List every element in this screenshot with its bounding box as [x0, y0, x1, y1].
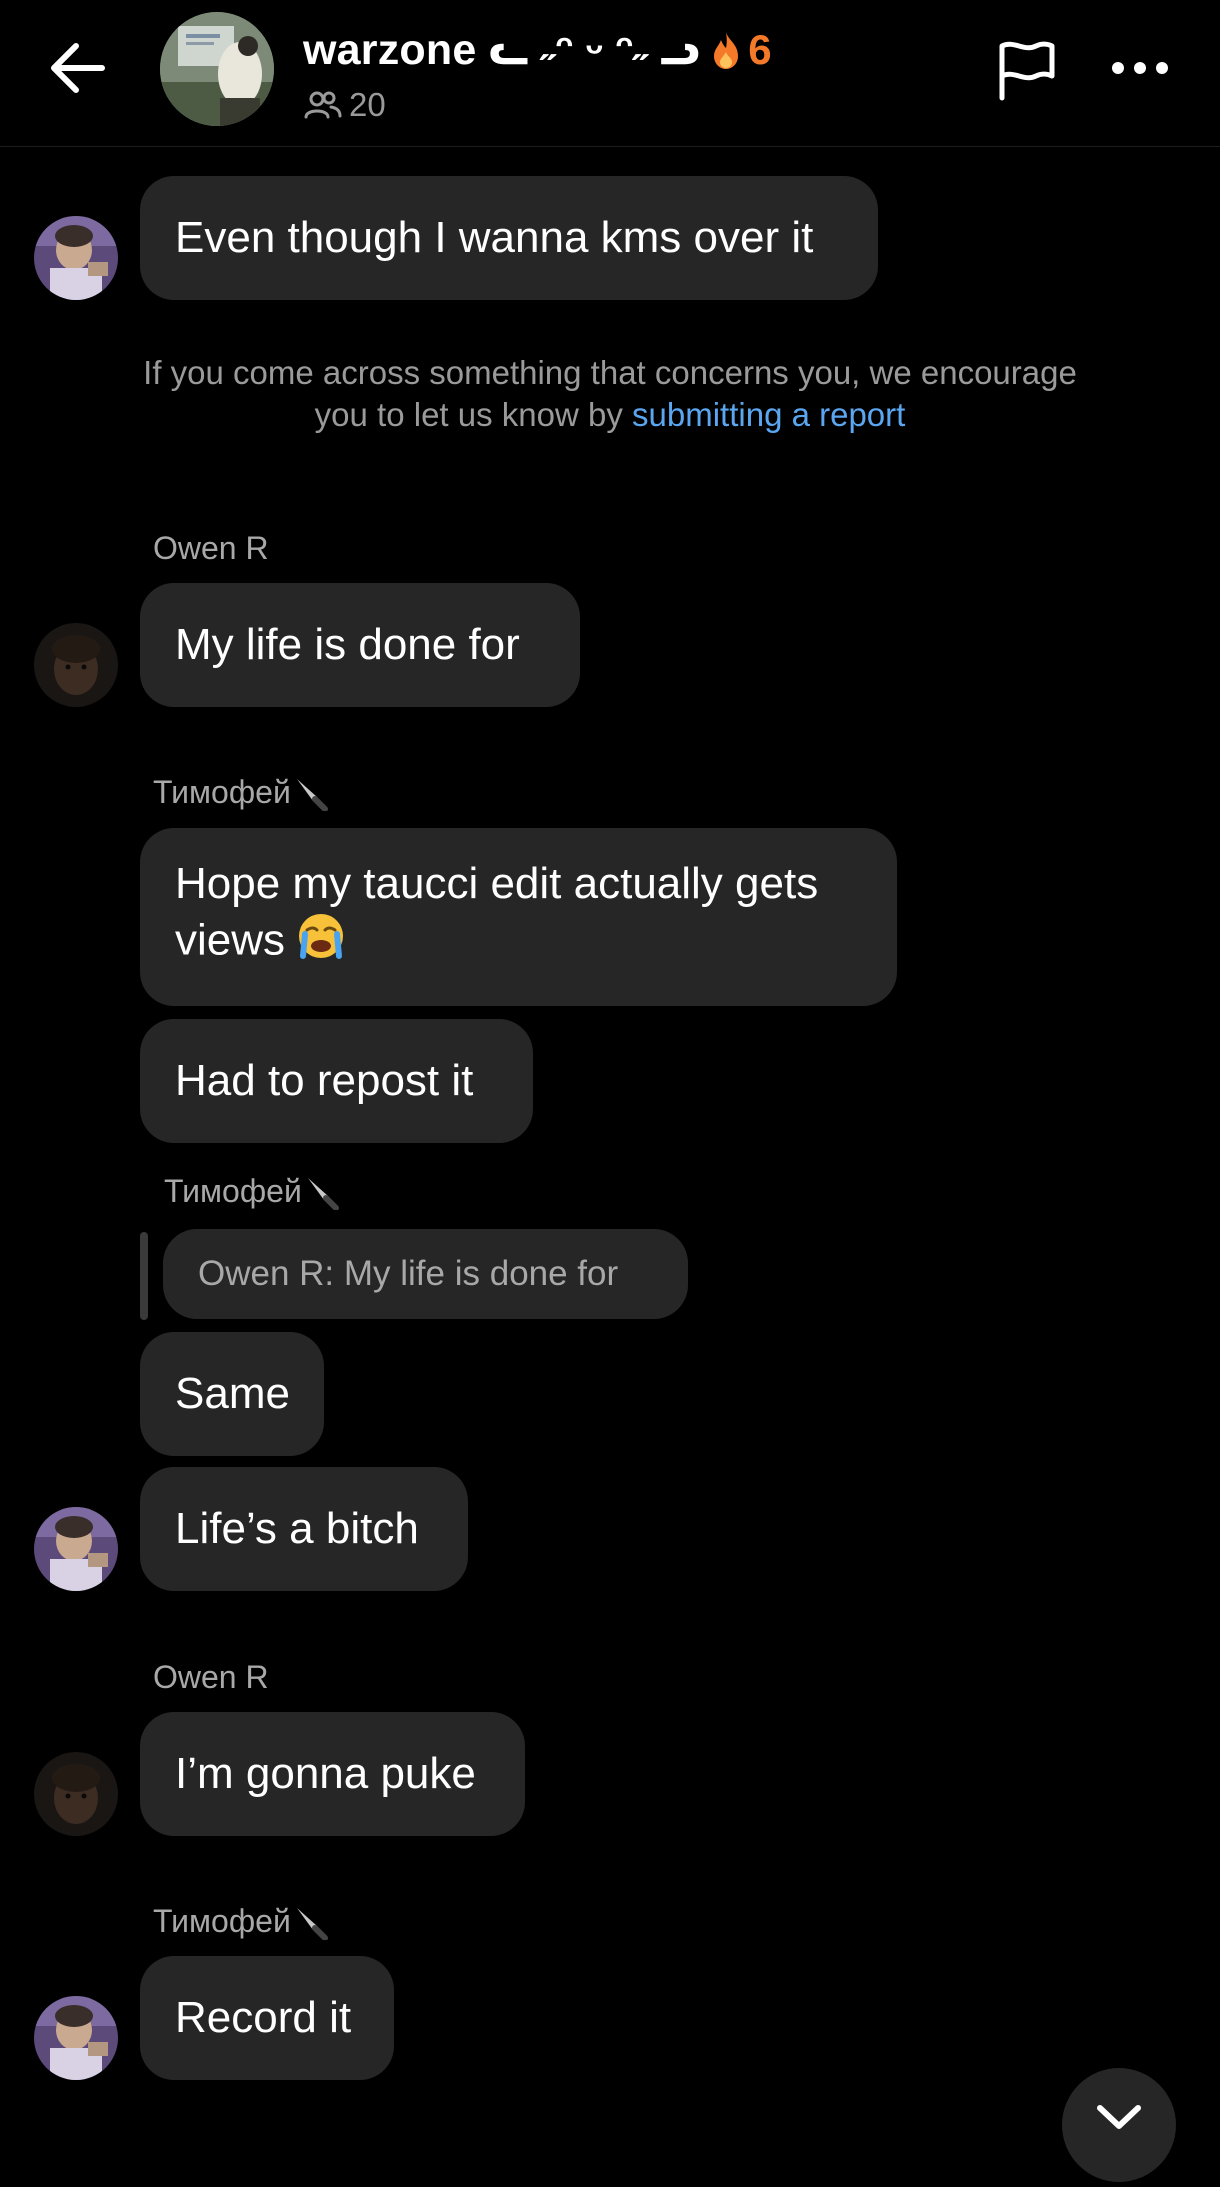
- more-horizontal-icon: [1112, 62, 1168, 74]
- message-bubble[interactable]: Had to repost it: [140, 1019, 533, 1143]
- message-text: Had to repost it: [175, 1056, 474, 1105]
- group-title-row[interactable]: warzone ᓚ ˶ᵔ ᵕ ᵔ˶ ᓗ 6: [303, 20, 772, 80]
- message-text: My life is done for: [175, 620, 520, 669]
- knife-icon: [296, 778, 328, 811]
- sender-name: Owen R: [153, 1659, 269, 1695]
- message-bubble[interactable]: Life’s a bitch: [140, 1467, 468, 1591]
- chevron-down-icon: [1097, 2105, 1141, 2129]
- submit-report-link[interactable]: submitting a report: [632, 396, 905, 433]
- message-text: Life’s a bitch: [175, 1504, 419, 1553]
- scroll-down-button[interactable]: [1062, 2068, 1176, 2182]
- sender-name: Тимофей: [153, 774, 329, 811]
- report-button[interactable]: [996, 40, 1058, 102]
- group-name: warzone ᓚ ˶ᵔ ᵕ ᵔ˶ ᓗ: [303, 26, 701, 74]
- message-bubble[interactable]: Even though I wanna kms over it: [140, 176, 878, 300]
- more-options-button[interactable]: [1110, 56, 1170, 80]
- group-avatar[interactable]: [160, 12, 274, 126]
- sender-name: Тимофей: [153, 1903, 329, 1940]
- member-count-row[interactable]: 20: [303, 86, 386, 124]
- sender-name: Owen R: [153, 530, 269, 566]
- message-text: Even though I wanna kms over it: [175, 213, 814, 262]
- message-bubble[interactable]: Record it: [140, 1956, 394, 2080]
- message-text: Hope my taucci edit actually gets views: [175, 856, 862, 974]
- flag-icon: [999, 41, 1055, 101]
- safety-notice: If you come across something that concer…: [130, 352, 1090, 436]
- avatar[interactable]: [34, 1507, 118, 1591]
- message-text: Same: [175, 1369, 290, 1418]
- streak-count: 6: [748, 26, 772, 73]
- arrow-left-icon: [51, 43, 105, 93]
- message-text: Record it: [175, 1993, 352, 2042]
- people-icon: [304, 91, 342, 119]
- quoted-reply[interactable]: Owen R: My life is done for: [163, 1229, 688, 1319]
- message-bubble[interactable]: I’m gonna puke: [140, 1712, 525, 1836]
- avatar[interactable]: [34, 216, 118, 300]
- fire-icon: [714, 32, 739, 69]
- message-text: I’m gonna puke: [175, 1749, 476, 1798]
- message-bubble[interactable]: Same: [140, 1332, 324, 1456]
- member-count: 20: [349, 86, 386, 123]
- knife-icon: [296, 1907, 328, 1940]
- reply-indicator: [140, 1232, 148, 1320]
- avatar[interactable]: [34, 1752, 118, 1836]
- chat-header: warzone ᓚ ˶ᵔ ᵕ ᵔ˶ ᓗ 6 20: [0, 0, 1220, 147]
- crying-emoji-icon: [297, 912, 345, 974]
- streak-badge: 6: [710, 26, 772, 74]
- message-bubble[interactable]: Hope my taucci edit actually gets views: [140, 828, 897, 1006]
- quoted-reply-text: Owen R: My life is done for: [198, 1254, 619, 1293]
- safety-notice-text: If you come across something that concer…: [143, 354, 1077, 433]
- sender-name: Тимофей: [164, 1173, 340, 1210]
- avatar[interactable]: [34, 1996, 118, 2080]
- back-button[interactable]: [44, 38, 114, 98]
- avatar[interactable]: [34, 623, 118, 707]
- message-bubble[interactable]: My life is done for: [140, 583, 580, 707]
- knife-icon: [307, 1177, 339, 1210]
- message-list[interactable]: Even though I wanna kms over it If you c…: [0, 146, 1220, 2124]
